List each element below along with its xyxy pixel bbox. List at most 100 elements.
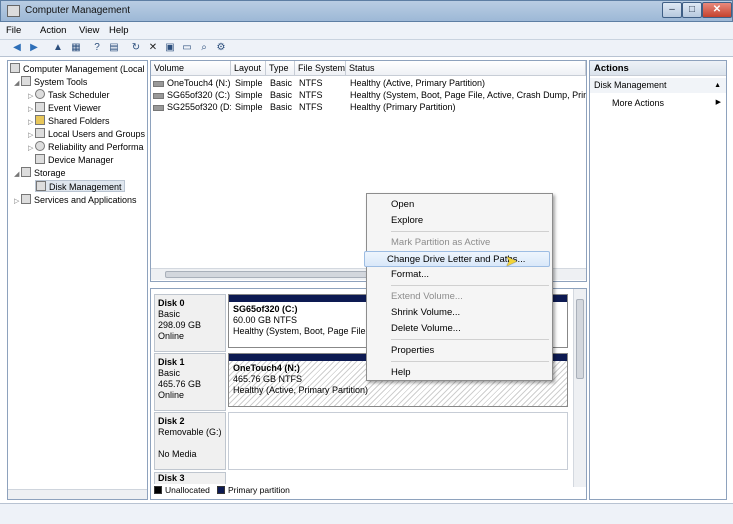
disk-0-label[interactable]: Disk 0 Basic 298.09 GB Online: [154, 294, 226, 352]
menu-item-extend: Extend Volume...: [391, 291, 463, 302]
drive-icon: [153, 81, 164, 87]
menu-item-change-drive-letter[interactable]: Change Drive Letter and Paths...: [364, 251, 550, 267]
expand-arrow-icon[interactable]: ▷: [28, 143, 35, 155]
minimize-button[interactable]: –: [662, 2, 682, 18]
disk-1-name: Disk 1: [158, 357, 185, 367]
title-bar: Computer Management – □ ✕: [0, 0, 733, 22]
tree-item-disk-management[interactable]: Disk Management: [35, 180, 125, 192]
column-header-type[interactable]: Type: [266, 61, 295, 76]
table-row[interactable]: SG255of320 (D:): [153, 101, 231, 113]
primary-partition-swatch: [216, 486, 225, 494]
disk-icon: [36, 181, 46, 191]
status-bar: [0, 503, 733, 524]
table-cell: Basic: [270, 102, 293, 112]
disk-3-label[interactable]: Disk 3: [154, 472, 226, 484]
expand-arrow-icon[interactable]: ▷: [14, 196, 21, 208]
computer-management-icon: [7, 5, 20, 17]
open-icon[interactable]: ▭: [180, 41, 194, 55]
menu-separator: [391, 361, 549, 362]
storage-icon: [21, 167, 31, 177]
refresh-icon[interactable]: ↻: [129, 41, 143, 55]
more-actions-item[interactable]: More Actions ▶: [590, 96, 726, 110]
folder-icon: [35, 115, 45, 125]
disk-2-name: Disk 2: [158, 416, 185, 426]
device-manager-icon: [35, 154, 45, 164]
show-action-pane-icon[interactable]: ▤: [107, 41, 121, 55]
context-menu: Open Explore Mark Partition as Active Ch…: [364, 193, 553, 381]
disk-3-name: Disk 3: [158, 473, 185, 483]
actions-section-disk-management[interactable]: Disk Management ▲: [590, 78, 726, 93]
search-icon[interactable]: ⌕: [197, 41, 211, 55]
collapse-arrow-icon[interactable]: ◢: [14, 169, 21, 181]
submenu-arrow-icon: ▶: [715, 99, 721, 106]
tree-item-storage[interactable]: ◢ Storage: [14, 167, 66, 179]
menu-separator: [391, 231, 549, 232]
back-icon[interactable]: ◀: [10, 41, 24, 55]
tree-item-system-tools[interactable]: ◢ System Tools: [14, 76, 87, 88]
performance-icon: [35, 141, 45, 151]
forward-icon[interactable]: ▶: [27, 41, 41, 55]
menu-item-explore[interactable]: Explore: [369, 213, 550, 229]
table-row[interactable]: OneTouch4 (N:): [153, 77, 231, 89]
tree-item-services[interactable]: ▷ Services and Applications: [14, 194, 137, 206]
disk-pane-vertical-scrollbar[interactable]: [573, 289, 586, 487]
collapse-arrow-icon[interactable]: ◢: [14, 78, 21, 90]
table-cell: Basic: [270, 90, 293, 100]
column-header-file-system[interactable]: File System: [295, 61, 346, 76]
menu-separator: [391, 339, 549, 340]
table-row[interactable]: SG65of320 (C:): [153, 89, 231, 101]
collapse-up-icon[interactable]: ▲: [714, 78, 721, 93]
menu-file[interactable]: File: [6, 25, 21, 36]
actions-header: Actions: [590, 61, 726, 76]
unallocated-swatch: [154, 486, 162, 494]
tree-item-event-viewer[interactable]: ▷ Event Viewer: [28, 102, 101, 114]
disk-0-name: Disk 0: [158, 298, 185, 308]
menu-bar: File Action View Help: [0, 22, 733, 40]
column-header-layout[interactable]: Layout: [231, 61, 266, 76]
tree-item-shared-folders[interactable]: ▷ Shared Folders: [28, 115, 110, 127]
table-cell: Basic: [270, 78, 293, 88]
services-icon: [21, 194, 31, 204]
toolbar: ◀ ▶ ▲ ▦ ? ▤ ↻ ✕ ▣ ▭ ⌕ ⚙: [0, 40, 733, 57]
table-cell: NTFS: [299, 78, 323, 88]
scrollbar-thumb[interactable]: [165, 271, 385, 278]
properties-icon[interactable]: ▣: [163, 41, 177, 55]
tree-item-local-users[interactable]: ▷ Local Users and Groups: [28, 128, 145, 140]
actions-pane: Actions Disk Management ▲ More Actions ▶: [589, 60, 727, 500]
tree-item-task-scheduler[interactable]: ▷ Task Scheduler: [28, 89, 110, 101]
table-cell: Simple: [235, 78, 263, 88]
menu-item-help[interactable]: Help: [369, 365, 550, 381]
menu-item-properties[interactable]: Properties: [369, 343, 550, 359]
close-button[interactable]: ✕: [702, 2, 732, 18]
tree-horizontal-scrollbar[interactable]: [8, 489, 147, 499]
maximize-button[interactable]: □: [682, 2, 702, 18]
tree-item-root[interactable]: Computer Management (Local: [10, 63, 145, 75]
disk-2-area: [228, 412, 568, 470]
tree-item-reliability[interactable]: ▷ Reliability and Performa: [28, 141, 144, 153]
up-folder-icon[interactable]: ▲: [51, 41, 65, 55]
table-cell: Healthy (Primary Partition): [350, 102, 456, 112]
users-icon: [35, 128, 45, 138]
delete-icon[interactable]: ✕: [146, 41, 160, 55]
settings-icon[interactable]: ⚙: [214, 41, 228, 55]
disk-2-label[interactable]: Disk 2 Removable (G:) No Media: [154, 412, 226, 470]
drive-icon: [153, 105, 164, 111]
computer-icon: [10, 63, 20, 73]
column-header-volume[interactable]: Volume: [151, 61, 231, 76]
navigation-tree: Computer Management (Local ◢ System Tools…: [7, 60, 148, 500]
help-icon[interactable]: ?: [90, 41, 104, 55]
show-hide-tree-icon[interactable]: ▦: [69, 41, 83, 55]
menu-item-open[interactable]: Open: [369, 197, 550, 213]
tree-item-device-manager[interactable]: Device Manager: [35, 154, 114, 166]
column-header-status[interactable]: Status: [346, 61, 586, 76]
menu-item-delete[interactable]: Delete Volume...: [369, 321, 550, 337]
menu-action[interactable]: Action: [40, 25, 66, 36]
clock-icon: [35, 89, 45, 99]
menu-item-format[interactable]: Format...: [369, 267, 550, 283]
table-cell: Healthy (System, Boot, Page File, Active…: [350, 90, 586, 100]
scrollbar-thumb[interactable]: [576, 299, 584, 379]
menu-view[interactable]: View: [79, 25, 99, 36]
menu-item-shrink[interactable]: Shrink Volume...: [369, 305, 550, 321]
menu-help[interactable]: Help: [109, 25, 129, 36]
disk-1-label[interactable]: Disk 1 Basic 465.76 GB Online: [154, 353, 226, 411]
